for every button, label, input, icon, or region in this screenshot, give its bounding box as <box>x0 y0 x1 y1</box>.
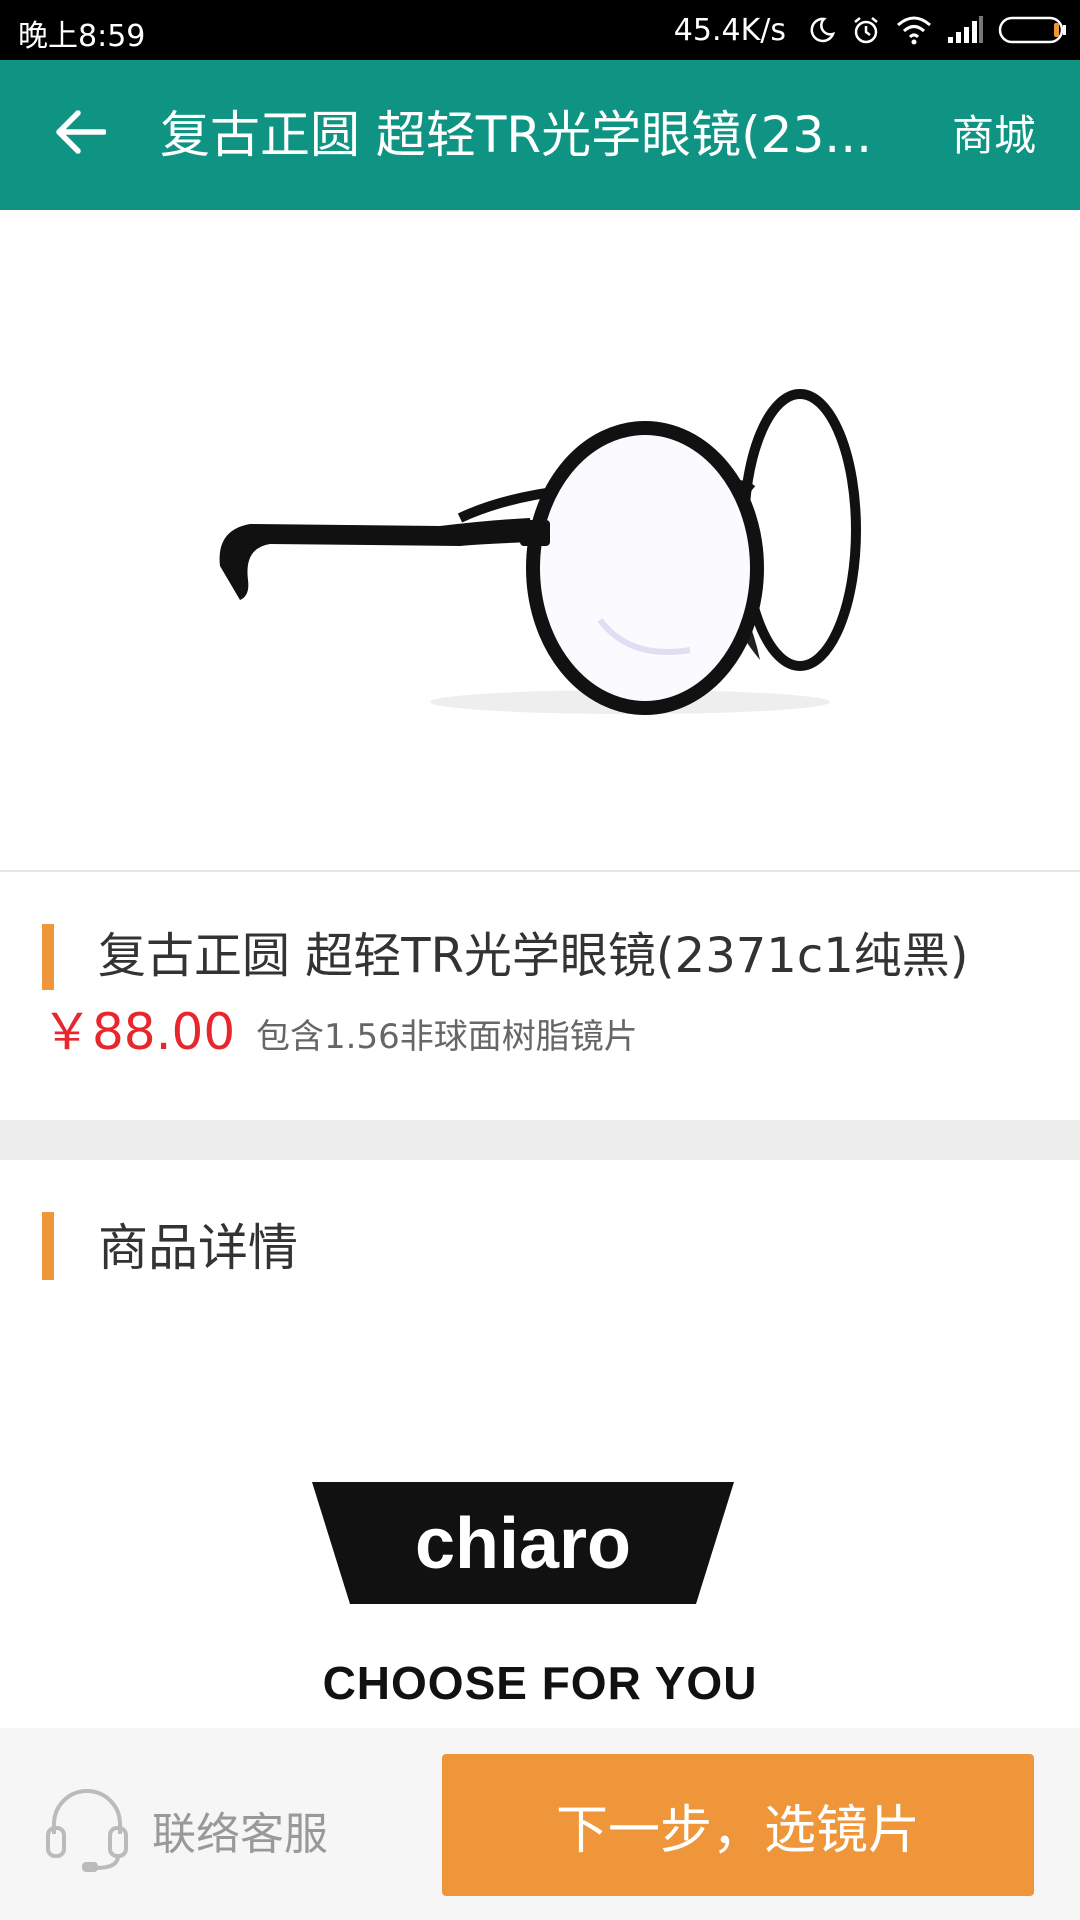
product-details: 商品详情 chiaro CHOOSE FOR YOU <box>0 1160 1080 1730</box>
alarm-icon <box>850 14 882 46</box>
moon-icon <box>806 15 836 45</box>
app-bar: 复古正圆 超轻TR光学眼镜(23... 商城 <box>0 60 1080 210</box>
details-accent-bar <box>42 1212 54 1280</box>
bottom-action-bar: 联络客服 下一步，选镜片 <box>0 1728 1080 1920</box>
title-accent-bar <box>42 924 54 990</box>
price-note: 包含1.56非球面树脂镜片 <box>256 1017 638 1057</box>
section-separator <box>0 1120 1080 1160</box>
signal-icon <box>946 15 984 45</box>
customer-service-button[interactable]: 联络客服 <box>44 1782 328 1878</box>
status-icons: 45.4K/s <box>674 8 1068 52</box>
status-time: 晚上8:59 <box>18 19 146 54</box>
product-info: 复古正圆 超轻TR光学眼镜(2371c1纯黑) ￥88.00 包含1.56非球面… <box>0 872 1080 1120</box>
network-speed: 45.4K/s <box>673 12 786 48</box>
arrow-left-icon <box>54 109 107 159</box>
headset-icon <box>44 1782 130 1878</box>
svg-text:chiaro: chiaro <box>415 1504 631 1584</box>
battery-icon <box>998 15 1068 45</box>
glasses-image <box>219 389 861 715</box>
back-button[interactable] <box>50 104 110 164</box>
product-price: ￥88.00 <box>42 1003 236 1061</box>
product-image <box>0 210 1080 870</box>
status-bar: 晚上8:59 45.4K/s <box>0 0 1080 60</box>
mall-link[interactable]: 商城 <box>952 112 1036 160</box>
wifi-icon <box>896 15 932 45</box>
brand-tagline: CHOOSE FOR YOU <box>322 1657 758 1709</box>
details-heading: 商品详情 <box>98 1219 298 1277</box>
product-title: 复古正圆 超轻TR光学眼镜(2371c1纯黑) <box>98 928 969 984</box>
chiaro-logo: chiaro <box>312 1482 734 1604</box>
page-title: 复古正圆 超轻TR光学眼镜(23... <box>160 106 872 164</box>
next-select-lens-button[interactable]: 下一步，选镜片 <box>442 1754 1034 1896</box>
customer-service-label: 联络客服 <box>152 1809 328 1860</box>
